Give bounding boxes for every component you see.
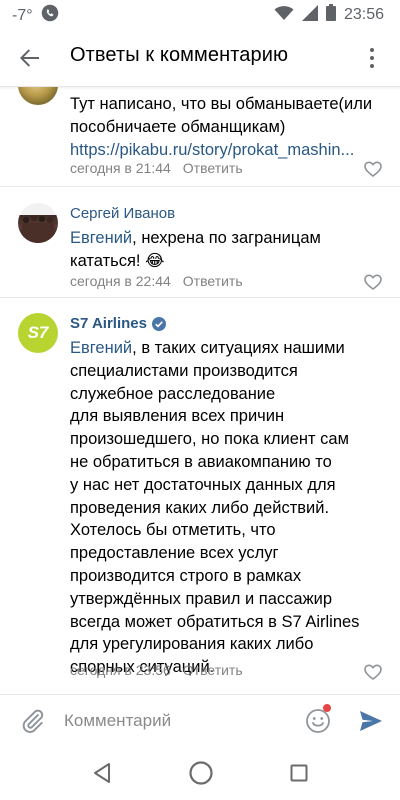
comment-text: Тут написано, что вы обманываете(или пос… — [70, 93, 388, 162]
comment-time: сегодня в 22:44 — [70, 273, 171, 289]
battery-icon — [325, 4, 336, 26]
mention-link[interactable]: Евгений — [70, 339, 132, 357]
avatar[interactable] — [18, 203, 58, 243]
comment-link[interactable]: https://pikabu.ru/story/prokat_mashin... — [70, 139, 388, 162]
comment-text: Евгений, нехрена по заграницам кататься!… — [70, 227, 388, 273]
status-left: -7° — [12, 4, 59, 27]
comment-item: Сергей Иванов Евгений, нехрена по загран… — [0, 187, 400, 295]
wifi-icon — [274, 5, 294, 26]
comment-list[interactable]: Тут написано, что вы обманываете(или пос… — [0, 87, 400, 694]
comment-text-line: проведения каких либо действий. — [70, 498, 330, 517]
comment-text-line: для урегулирования каких либо — [70, 635, 314, 654]
comment-time: сегодня в 23:56 — [70, 662, 171, 678]
heart-icon[interactable] — [364, 161, 382, 177]
weather-temperature: -7° — [12, 6, 33, 24]
comment-text-line: кататься! — [70, 252, 141, 270]
comment-text-line: у нас нет достаточных данных для — [70, 475, 336, 494]
comment-input[interactable] — [64, 709, 284, 733]
page-title: Ответы к комментарию — [70, 44, 289, 66]
comment-item: Тут написано, что вы обманываете(или пос… — [0, 87, 400, 184]
nav-recents-icon[interactable] — [290, 764, 308, 782]
avatar[interactable]: S7 — [18, 313, 58, 353]
comment-item: S7 S7 Airlines Евгений, в таких ситуация… — [0, 298, 400, 694]
comment-text-line: не обратиться в авиакомпанию то — [70, 452, 332, 471]
comment-meta: сегодня в 23:56 Ответить — [70, 662, 243, 678]
comment-text-line: утверждённых правил и пассажир — [70, 589, 333, 608]
comment-text-line: специалистами производится — [70, 361, 298, 380]
nav-back-icon[interactable] — [92, 762, 112, 784]
comment-text-line: , нехрена по заграницам — [132, 229, 321, 247]
comment-text-line: служебное расследование — [70, 384, 276, 403]
more-vertical-icon — [370, 48, 374, 68]
reply-button[interactable]: Ответить — [183, 662, 243, 678]
paperclip-icon[interactable] — [20, 708, 46, 734]
comment-meta: сегодня в 22:44 Ответить — [70, 273, 243, 289]
status-time: 23:56 — [343, 6, 384, 23]
heart-icon[interactable] — [364, 664, 382, 680]
laughing-emoji: 😂 — [145, 252, 165, 270]
comment-text-line: всегда может обратиться в S7 Airlines — [70, 612, 360, 631]
status-right: 23:56 — [274, 4, 384, 26]
comment-text: Евгений, в таких ситуациях нашими специа… — [70, 337, 388, 679]
arrow-left-icon — [20, 49, 39, 67]
system-nav-bar — [0, 746, 400, 800]
comment-meta: сегодня в 21:44 Ответить — [70, 160, 243, 176]
comment-text-line: предоставление всех услуг — [70, 544, 279, 563]
comment-author-wrap[interactable]: S7 Airlines — [70, 315, 166, 332]
comment-author[interactable]: Сергей Иванов — [70, 205, 175, 222]
more-button[interactable] — [356, 42, 388, 74]
comment-text-line: Хотелось бы отметить, что — [70, 521, 276, 540]
phone-icon — [41, 4, 59, 27]
avatar-label: S7 — [27, 323, 49, 342]
nav-home-icon[interactable] — [188, 760, 214, 786]
mention-link[interactable]: Евгений — [70, 229, 132, 247]
reply-button[interactable]: Ответить — [183, 273, 243, 289]
comment-text-line: для выявления всех причин — [70, 407, 285, 426]
signal-icon — [301, 4, 318, 26]
status-bar: -7° 23:56 — [0, 0, 400, 28]
verified-badge-icon — [151, 316, 166, 331]
avatar[interactable] — [18, 87, 58, 105]
comment-text-line: Тут написано, что вы обманываете(или — [70, 95, 373, 113]
notification-dot — [323, 704, 331, 712]
comment-text-line: произошедшего, но пока клиент сам — [70, 430, 349, 449]
comment-text-line: , в таких ситуациях нашими — [132, 339, 345, 357]
comment-text-line: производится строго в рамках — [70, 566, 302, 585]
comment-composer — [0, 694, 400, 747]
app-bar: Ответы к комментарию — [0, 28, 400, 87]
send-icon[interactable] — [357, 707, 385, 735]
reply-button[interactable]: Ответить — [183, 160, 243, 176]
comment-time: сегодня в 21:44 — [70, 160, 171, 176]
comment-text-line: пособничаете обманщикам) — [70, 118, 286, 136]
comment-author: S7 Airlines — [70, 315, 147, 332]
back-button[interactable] — [14, 42, 46, 74]
heart-icon[interactable] — [364, 274, 382, 290]
